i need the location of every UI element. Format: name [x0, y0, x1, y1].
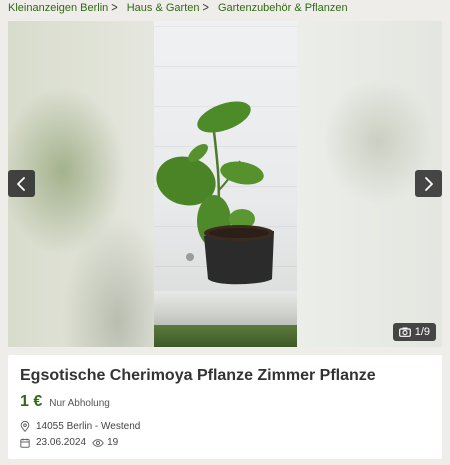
- calendar-icon: [20, 438, 30, 448]
- price-row: 1 € Nur Abholung: [20, 393, 110, 411]
- location-row: 14055 Berlin - Westend: [20, 421, 140, 432]
- chevron-left-icon: [17, 176, 25, 191]
- date-views-row: 23.06.2024 19: [20, 437, 118, 448]
- breadcrumb-item-city[interactable]: Kleinanzeigen Berlin >: [8, 0, 127, 16]
- image-counter: 1/9: [392, 323, 436, 341]
- listing-photo[interactable]: [154, 21, 297, 347]
- breadcrumb-label[interactable]: Haus & Garten: [127, 2, 200, 14]
- pickup-note: Nur Abholung: [49, 398, 110, 409]
- breadcrumb: Kleinanzeigen Berlin > Haus & Garten > G…: [8, 0, 348, 16]
- image-counter-text: 1/9: [414, 326, 430, 338]
- listing-title: Egsotische Cherimoya Pflanze Zimmer Pfla…: [20, 367, 376, 384]
- image-gallery[interactable]: 1/9: [8, 21, 442, 347]
- eye-icon: [92, 438, 104, 447]
- plant-illustration: [156, 101, 274, 285]
- listing-date: 23.06.2024: [36, 437, 87, 448]
- breadcrumb-item-subcategory[interactable]: Gartenzubehör & Pflanzen: [218, 2, 348, 14]
- views-count: 19: [92, 437, 118, 448]
- gallery-next-button[interactable]: [415, 170, 442, 197]
- listing-details: Egsotische Cherimoya Pflanze Zimmer Pfla…: [8, 355, 442, 459]
- camera-icon: [398, 327, 411, 337]
- views-count-text: 19: [107, 437, 119, 448]
- breadcrumb-label[interactable]: Kleinanzeigen Berlin: [8, 2, 108, 14]
- location-pin-icon: [20, 421, 30, 432]
- chevron-right-icon: >: [202, 0, 209, 16]
- gallery-prev-button[interactable]: [8, 170, 35, 197]
- listing-location[interactable]: 14055 Berlin - Westend: [36, 421, 140, 432]
- breadcrumb-item-category[interactable]: Haus & Garten >: [127, 0, 218, 16]
- chevron-right-icon: [425, 176, 433, 191]
- listing-price: 1 €: [20, 393, 43, 410]
- chevron-right-icon: >: [111, 0, 118, 16]
- breadcrumb-label[interactable]: Gartenzubehör & Pflanzen: [218, 2, 348, 14]
